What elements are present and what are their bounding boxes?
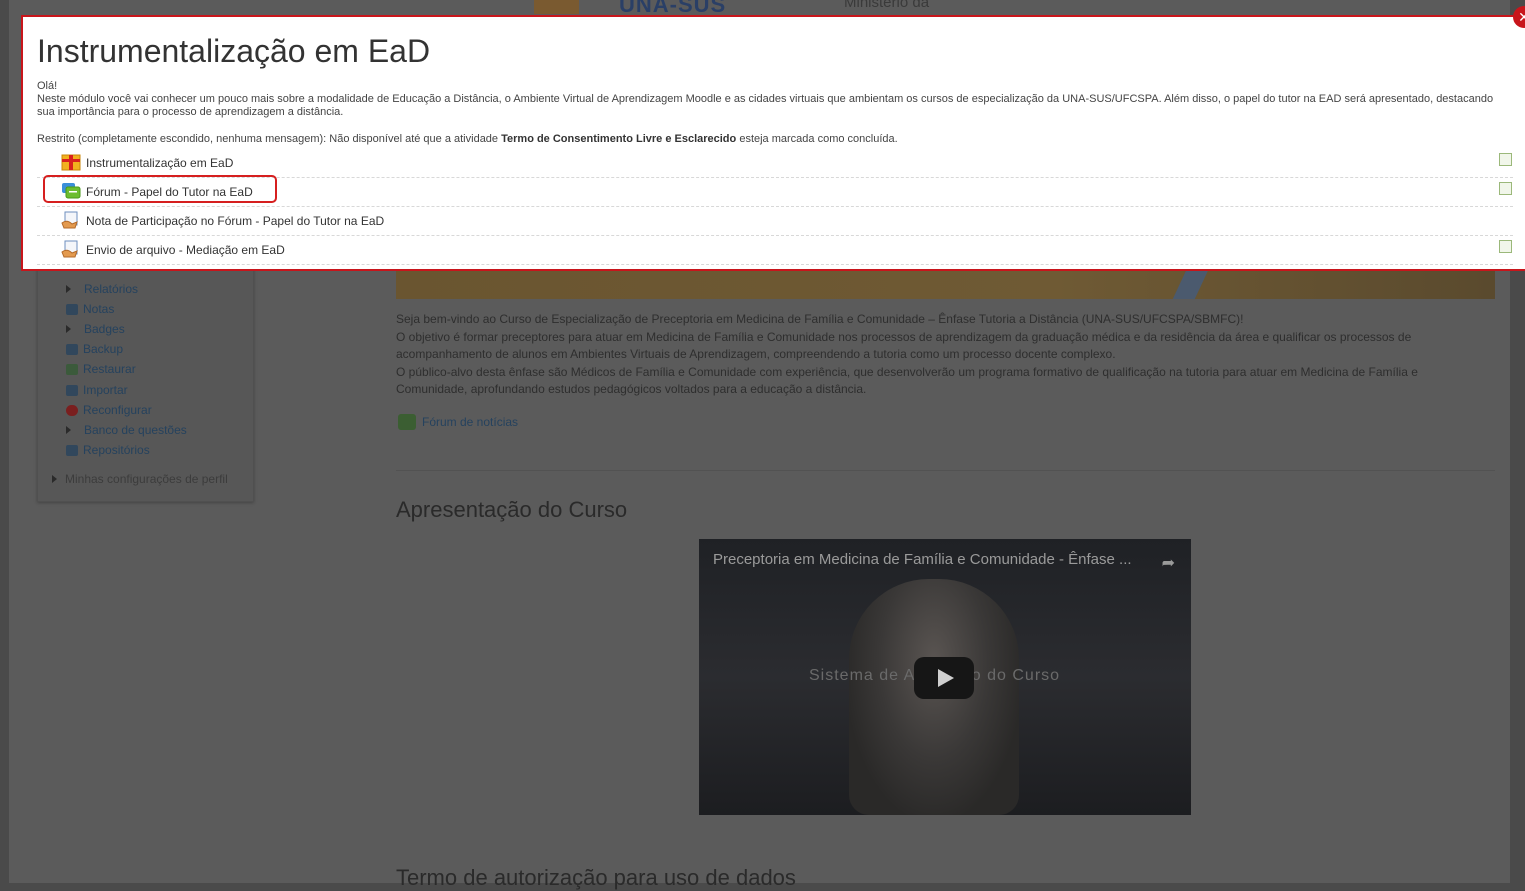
sidebar-item-label: Backup	[83, 342, 124, 356]
section-divider	[396, 470, 1495, 471]
section-modal: Instrumentalização em EaD Olá! Neste mód…	[21, 15, 1525, 271]
header-accent	[534, 0, 579, 14]
play-icon	[938, 669, 954, 687]
sidebar-profile-settings[interactable]: Minhas configurações de perfil	[52, 472, 228, 486]
sidebar-item-backup[interactable]: Backup	[66, 342, 123, 356]
completion-checkbox[interactable]	[1499, 182, 1512, 195]
import-icon	[66, 384, 78, 396]
sidebar-item-label: Relatórios	[84, 282, 139, 296]
backup-icon	[66, 343, 78, 355]
triangle-icon	[66, 426, 71, 434]
sidebar-item-label: Importar	[83, 383, 128, 397]
profile-settings-label: Minhas configurações de perfil	[65, 472, 228, 486]
play-button[interactable]	[914, 657, 974, 699]
sidebar-item-label: Badges	[84, 322, 125, 336]
video-player[interactable]: Preceptoria em Medicina de Família e Com…	[699, 539, 1191, 815]
audience-paragraph: O público-alvo desta ênfase são Médicos …	[396, 364, 1418, 397]
course-banner	[396, 268, 1495, 299]
repository-icon	[66, 444, 78, 456]
sidebar-item-notas[interactable]: Notas	[66, 302, 114, 316]
activity-link[interactable]: Nota de Participação no Fórum - Papel do…	[86, 214, 384, 228]
sidebar-item-relatorios[interactable]: Relatórios	[66, 282, 138, 296]
video-title[interactable]: Preceptoria em Medicina de Família e Com…	[713, 551, 1183, 568]
restore-icon	[66, 363, 78, 375]
modal-greeting: Olá!	[37, 80, 58, 92]
assignment-icon	[61, 240, 78, 258]
activity-link[interactable]: Envio de arquivo - Mediação em EaD	[86, 243, 285, 257]
reset-icon	[66, 404, 78, 416]
modal-description: Neste módulo você vai conhecer um pouco …	[37, 93, 1494, 118]
highlight-annotation	[43, 175, 277, 203]
completion-checkbox[interactable]	[1499, 153, 1512, 166]
restriction-notice: Restrito (completamente escondido, nenhu…	[37, 133, 898, 145]
grades-icon	[66, 303, 78, 315]
triangle-icon	[66, 325, 71, 333]
activity-row[interactable]: Nota de Participação no Fórum - Papel do…	[37, 207, 1513, 236]
restriction-suffix: esteja marcada como concluída.	[736, 133, 898, 145]
triangle-icon	[66, 285, 71, 293]
sidebar-item-label: Notas	[83, 302, 115, 316]
section-title: Apresentação do Curso	[396, 497, 628, 522]
modal-title: Instrumentalização em EaD	[37, 33, 431, 69]
activity-row[interactable]: Instrumentalização em EaD	[37, 149, 1513, 178]
activity-link[interactable]: Instrumentalização em EaD	[86, 156, 233, 170]
sidebar-item-reconfigurar[interactable]: Reconfigurar	[66, 403, 152, 417]
sidebar-item-importar[interactable]: Importar	[66, 383, 128, 397]
activity-list: Instrumentalização em EaD Fórum - Papel …	[37, 149, 1513, 265]
sidebar-item-label: Restaurar	[83, 362, 136, 376]
sidebar-item-repositorios[interactable]: Repositórios	[66, 443, 150, 457]
welcome-paragraph: Seja bem-vindo ao Curso de Especializaçã…	[396, 312, 1244, 326]
next-section-title: Termo de autorização para uso de dados	[396, 865, 796, 890]
restriction-activity: Termo de Consentimento Livre e Esclareci…	[501, 133, 737, 145]
package-icon	[61, 154, 81, 171]
sidebar-item-label: Reconfigurar	[83, 403, 152, 417]
sidebar-item-banco-de-questoes[interactable]: Banco de questões	[66, 423, 187, 437]
sidebar-item-label: Repositórios	[83, 443, 150, 457]
objective-paragraph: O objetivo é formar preceptores para atu…	[396, 329, 1412, 362]
sidebar-item-badges[interactable]: Badges	[66, 322, 125, 336]
share-icon[interactable]: ➦	[1162, 553, 1175, 573]
news-forum-link[interactable]: Fórum de notícias	[398, 414, 518, 430]
sidebar-item-label: Banco de questões	[84, 423, 187, 437]
completion-checkbox[interactable]	[1499, 240, 1512, 253]
ministry-label: Ministério da	[844, 0, 930, 11]
welcome-text: Seja bem-vindo ao Curso de Especializaçã…	[396, 311, 1481, 399]
forum-icon	[398, 414, 416, 430]
assignment-icon	[61, 211, 78, 229]
triangle-icon	[52, 475, 57, 483]
news-forum-label: Fórum de notícias	[422, 415, 519, 429]
sidebar-item-restaurar[interactable]: Restaurar	[66, 362, 136, 376]
activity-row[interactable]: Envio de arquivo - Mediação em EaD	[37, 236, 1513, 265]
restriction-prefix: Restrito (completamente escondido, nenhu…	[37, 133, 502, 145]
